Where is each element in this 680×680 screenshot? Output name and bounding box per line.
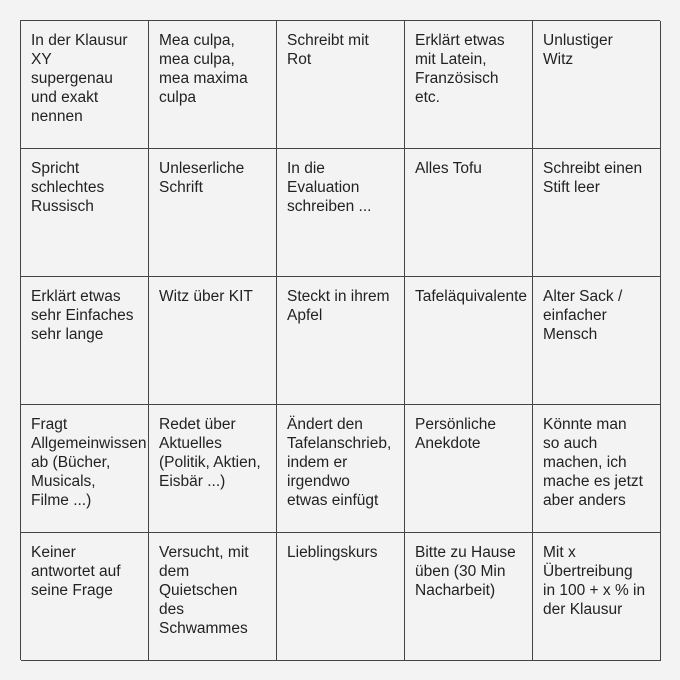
bingo-cell: Fragt Allgemeinwissen ab (Bücher, Musica… [21, 405, 149, 533]
bingo-cell: Erklärt etwas sehr Einfaches sehr lange [21, 277, 149, 405]
bingo-cell: Spricht schlechtes Russisch [21, 149, 149, 277]
bingo-cell: Unlustiger Witz [533, 21, 661, 149]
bingo-cell: In die Evaluation schreiben ... [277, 149, 405, 277]
bingo-cell: Versucht, mit dem Quietschen des Schwamm… [149, 533, 277, 661]
bingo-cell: Alter Sack / einfacher Mensch [533, 277, 661, 405]
bingo-cell: Lieblingskurs [277, 533, 405, 661]
bingo-cell: Redet über Aktuelles (Politik, Aktien, E… [149, 405, 277, 533]
bingo-cell: Witz über KIT [149, 277, 277, 405]
bingo-cell: Mea culpa, mea culpa, mea maxima culpa [149, 21, 277, 149]
page: In der Klausur XY supergenau und exakt n… [0, 0, 680, 680]
bingo-cell: Tafeläquivalente [405, 277, 533, 405]
bingo-grid: In der Klausur XY supergenau und exakt n… [20, 20, 661, 661]
bingo-cell: Unleserliche Schrift [149, 149, 277, 277]
bingo-cell: Könnte man so auch machen, ich mache es … [533, 405, 661, 533]
bingo-cell: Erklärt etwas mit Latein, Französisch et… [405, 21, 533, 149]
bingo-cell: Mit x Übertreibung in 100 + x % in der K… [533, 533, 661, 661]
bingo-cell: Schreibt mit Rot [277, 21, 405, 149]
bingo-cell: In der Klausur XY supergenau und exakt n… [21, 21, 149, 149]
bingo-cell: Ändert den Tafelanschrieb, indem er irge… [277, 405, 405, 533]
bingo-cell: Bitte zu Hause üben (30 Min Nacharbeit) [405, 533, 533, 661]
bingo-cell: Persönliche Anekdote [405, 405, 533, 533]
bingo-cell: Schreibt einen Stift leer [533, 149, 661, 277]
bingo-cell: Keiner antwortet auf seine Frage [21, 533, 149, 661]
bingo-cell: Steckt in ihrem Apfel [277, 277, 405, 405]
bingo-cell: Alles Tofu [405, 149, 533, 277]
